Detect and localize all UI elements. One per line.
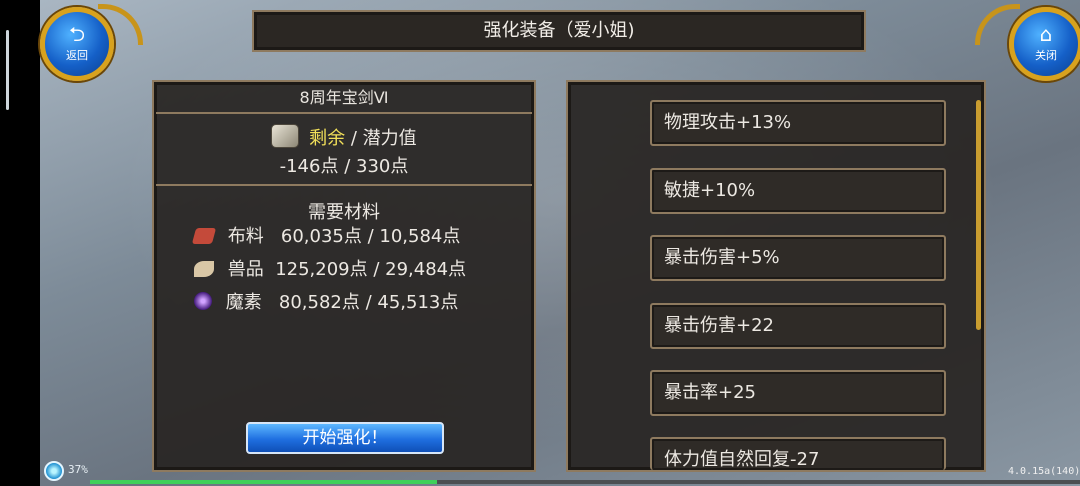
home-icon: ⌂ (1039, 22, 1053, 46)
cloth-icon (191, 228, 217, 244)
back-button-label: 返回 (66, 49, 88, 62)
stat-option[interactable]: 敏捷+10% (650, 168, 946, 214)
material-name: 魔素 (225, 292, 262, 313)
beast-material-icon (194, 261, 214, 277)
material-value: 80,582点 / 45,513点 (278, 292, 459, 313)
battery-text: 37% (68, 463, 88, 476)
separator: / (344, 156, 351, 177)
remaining-label: 剩余 (309, 128, 346, 149)
left-edge-strip (0, 0, 40, 486)
stat-option[interactable]: 暴击伤害+22 (650, 303, 946, 349)
start-enhance-button[interactable]: 开始强化！ (246, 422, 444, 454)
materials-title: 需要材料 (308, 202, 380, 223)
potential-values: -146点 / 330点 (154, 152, 534, 178)
material-row: 魔素 80,582点 / 45,513点 (194, 288, 458, 318)
edge-handle (6, 30, 9, 110)
item-name: 8周年宝剑Ⅵ (299, 88, 389, 107)
material-value: 125,209点 / 29,484点 (275, 259, 467, 280)
potential-value: 330点 (356, 156, 409, 177)
separator: / (350, 128, 357, 149)
stat-option[interactable]: 暴击率+25 (650, 370, 946, 416)
back-button[interactable]: ⮌ 返回 (40, 7, 114, 81)
material-name: 布料 (227, 226, 264, 247)
progress-fill (90, 480, 437, 484)
stat-option[interactable]: 体力值自然回复-27 (650, 437, 946, 470)
remaining-value: -146点 (279, 156, 339, 177)
material-name: 兽品 (227, 259, 264, 280)
loading-progress-bar (90, 480, 1080, 484)
stat-option[interactable]: 暴击伤害+5% (650, 235, 946, 281)
page-title: 强化装备（爱小姐) (483, 20, 635, 41)
battery-icon (44, 461, 64, 481)
material-row: 兽品 125,209点 / 29,484点 (194, 255, 466, 285)
divider (156, 112, 532, 114)
stat-option[interactable]: 物理攻击+13% (650, 100, 946, 146)
divider (156, 184, 532, 186)
material-row: 布料 60,035点 / 10,584点 (191, 222, 461, 252)
close-button-label: 关闭 (1035, 49, 1057, 62)
close-button[interactable]: ⌂ 关闭 (1009, 7, 1080, 81)
treasure-chest-icon (271, 124, 300, 148)
back-arrow-icon: ⮌ (68, 22, 86, 46)
material-value: 60,035点 / 10,584点 (280, 226, 461, 247)
potential-label: 潜力值 (362, 128, 417, 149)
magic-element-icon (194, 292, 212, 310)
version-text: 4.0.15a(140) (1008, 466, 1080, 477)
scrollbar[interactable] (976, 100, 981, 330)
stats-list-panel: 物理攻击+13% 敏捷+10% 暴击伤害+5% 暴击伤害+22 暴击率+25 体… (566, 80, 986, 472)
potential-header: 剩余 / 潜力值 (154, 124, 534, 150)
title-bar: 强化装备（爱小姐) (252, 10, 866, 52)
equipment-info-panel: 8周年宝剑Ⅵ 剩余 / 潜力值 -146点 / 330点 需要材料 布料 60,… (152, 80, 536, 472)
